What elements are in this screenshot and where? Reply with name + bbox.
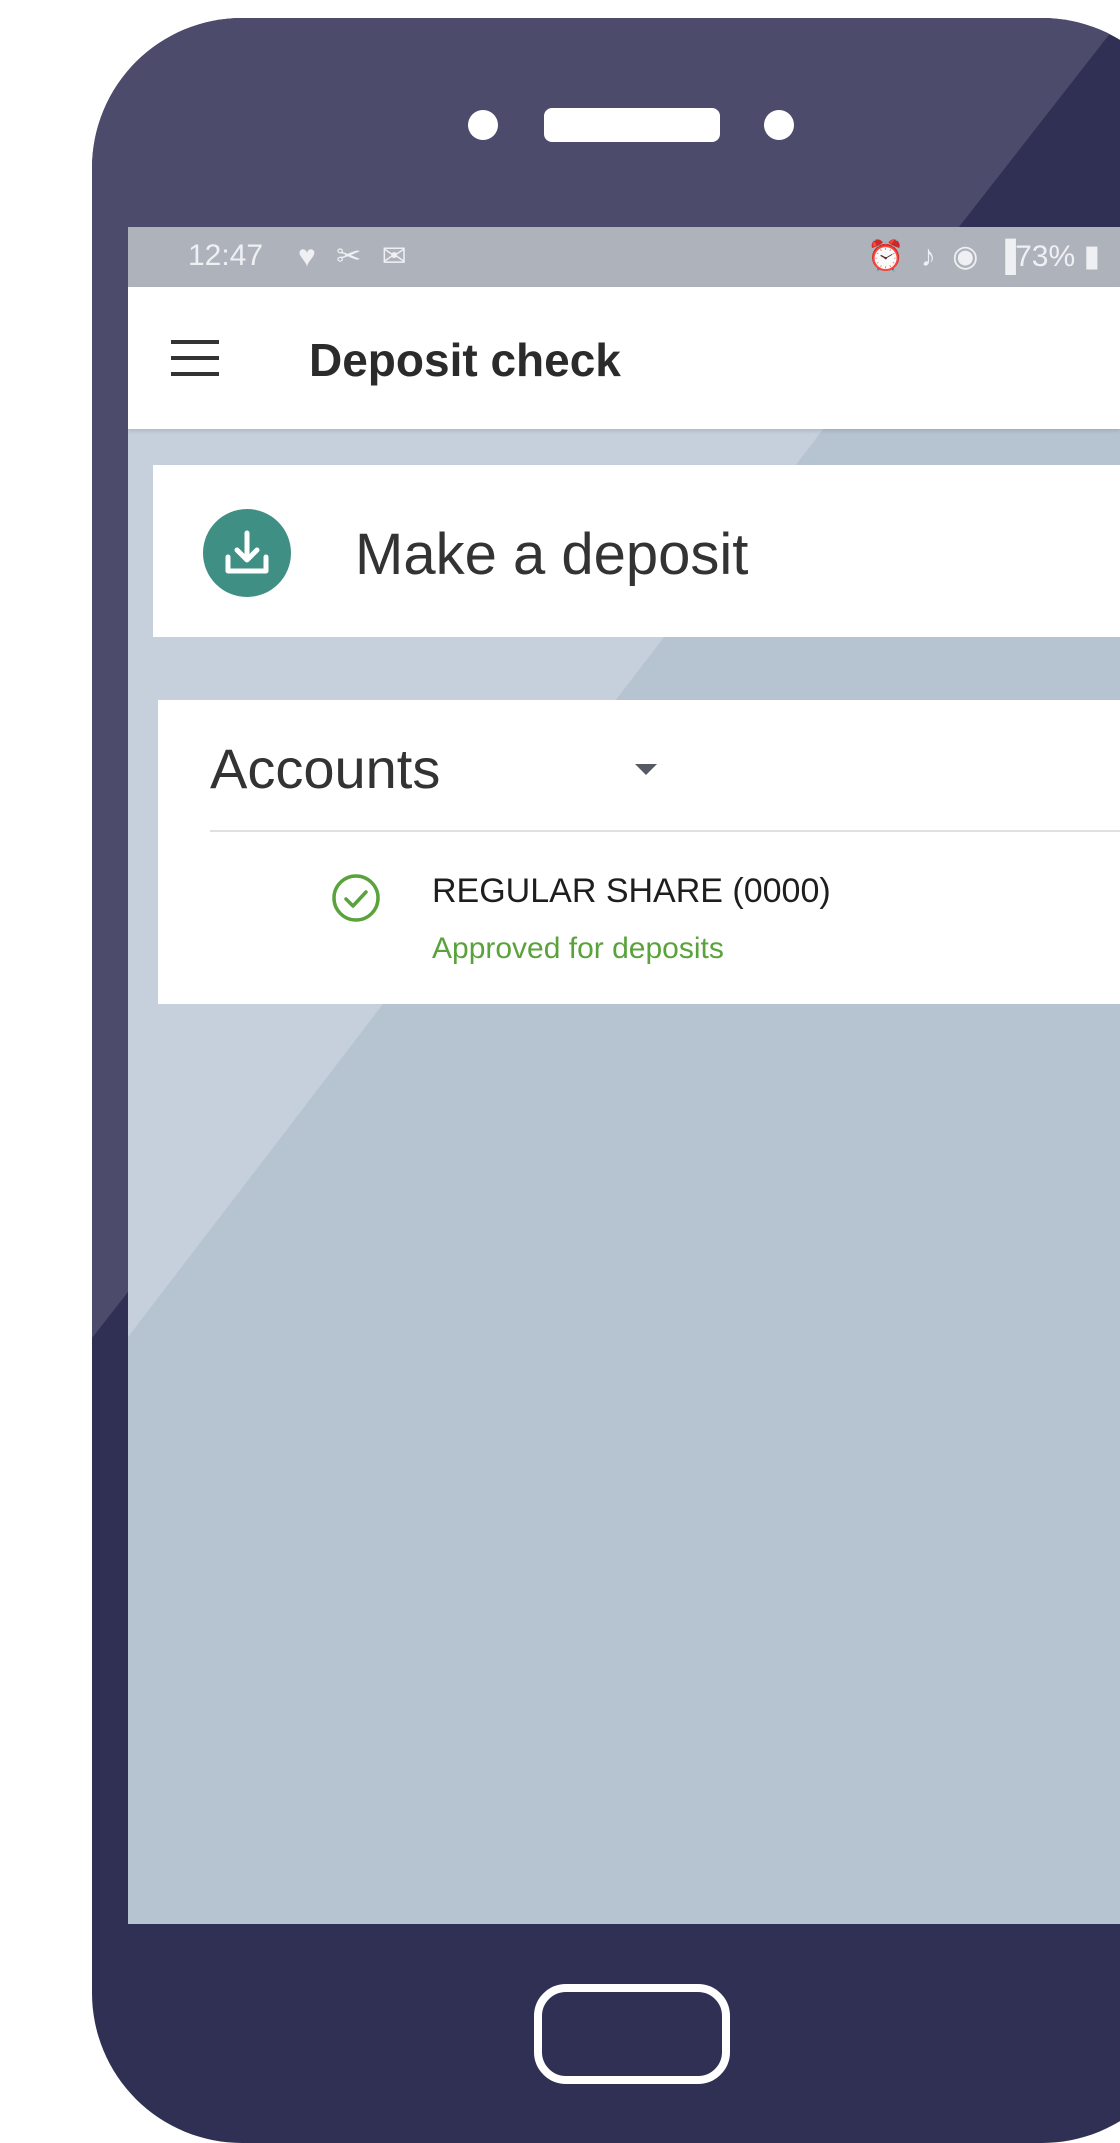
check-circle-icon (330, 872, 382, 924)
status-bar: 12:47 ♥ ✂ ✉ ⏰ ♪ ◉ ▐ 73% ▮ (128, 227, 1120, 287)
front-camera-dot (468, 110, 498, 140)
download-tray-icon (203, 509, 291, 597)
sensor-dot (764, 110, 794, 140)
home-button[interactable] (534, 1984, 730, 2084)
status-time: 12:47 (188, 239, 264, 272)
make-deposit-button[interactable]: Make a deposit (153, 465, 1120, 637)
caret-down-icon[interactable] (635, 764, 657, 775)
hamburger-menu-icon[interactable] (171, 340, 219, 376)
notification-icons: ♥ ✂ ✉ (298, 240, 413, 273)
mockup-stage: 12:47 ♥ ✂ ✉ ⏰ ♪ ◉ ▐ 73% ▮ Deposit check … (0, 0, 1120, 2143)
page-title: Deposit check (309, 334, 621, 386)
accounts-dropdown-label[interactable]: Accounts (210, 736, 440, 801)
earpiece-speaker (544, 108, 720, 142)
app-bar: Deposit check (128, 287, 1120, 429)
account-status-text: Approved for deposits (432, 932, 724, 965)
account-list-item[interactable]: REGULAR SHARE (0000) Approved for deposi… (158, 832, 1120, 1002)
account-name: REGULAR SHARE (0000) (432, 872, 831, 910)
battery-indicator: 73% ▮ (1015, 240, 1100, 273)
accounts-card: Accounts REGULAR SHARE (0000) Approved f… (158, 700, 1120, 1004)
make-deposit-label: Make a deposit (355, 522, 749, 587)
system-status-icons: ⏰ ♪ ◉ ▐ (867, 240, 1020, 273)
phone-screen: 12:47 ♥ ✂ ✉ ⏰ ♪ ◉ ▐ 73% ▮ Deposit check … (128, 227, 1120, 1924)
